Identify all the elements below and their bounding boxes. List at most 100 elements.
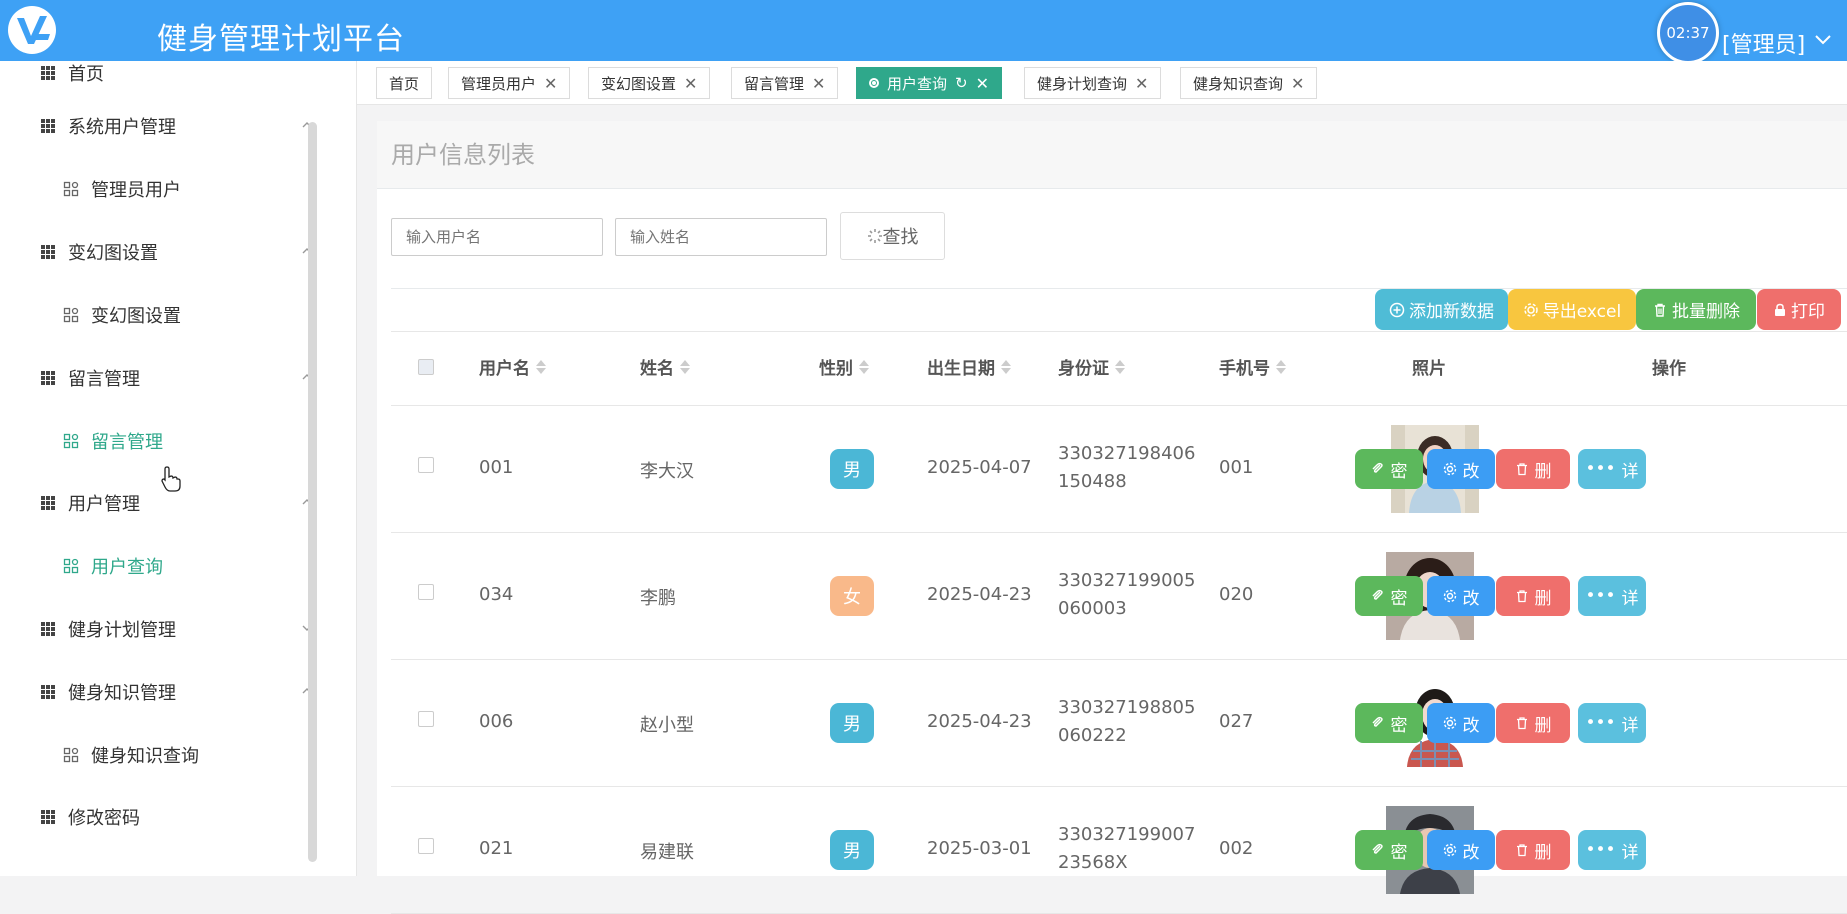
sidebar-item-fitness-knowledge[interactable]: 健身知识管理 [0, 672, 320, 712]
tab-message-management[interactable]: 留言管理 ✕ [731, 67, 839, 99]
close-icon[interactable]: ✕ [684, 74, 697, 93]
edit-button[interactable]: 改 [1427, 576, 1495, 616]
detail-button[interactable]: ••• 详 [1578, 830, 1646, 870]
edit-button[interactable]: 改 [1427, 830, 1495, 870]
add-data-button[interactable]: 添加新数据 [1375, 289, 1508, 330]
detail-button[interactable]: ••• 详 [1578, 449, 1646, 489]
apps-icon [63, 181, 79, 197]
apps-icon [63, 307, 79, 323]
chevron-down-icon[interactable] [1812, 28, 1834, 50]
edit-button[interactable]: 改 [1427, 449, 1495, 489]
tab-user-query[interactable]: 用户查询 ↻ ✕ [856, 67, 1002, 99]
row-checkbox[interactable] [418, 457, 434, 473]
detail-button[interactable]: ••• 详 [1578, 703, 1646, 743]
edit-button[interactable]: 改 [1427, 703, 1495, 743]
password-button[interactable]: 密 [1355, 576, 1423, 616]
grid-icon [41, 371, 55, 385]
close-icon[interactable]: ✕ [1291, 74, 1304, 93]
sidebar-item-label: 管理员用户 [91, 180, 181, 201]
row-checkbox[interactable] [418, 711, 434, 727]
password-button-label: 密 [1390, 461, 1408, 482]
delete-button[interactable]: 删 [1496, 830, 1570, 870]
sort-icon[interactable] [680, 359, 690, 375]
detail-button-label: 详 [1621, 715, 1639, 736]
sidebar-item-user-management[interactable]: 用户管理 [0, 483, 320, 523]
sidebar-item-user-query[interactable]: 用户查询 [0, 546, 320, 586]
sidebar-item-home[interactable]: 首页 [0, 61, 320, 93]
col-header-label: 用户名 [479, 359, 530, 379]
sidebar-scrollbar[interactable] [308, 122, 317, 862]
name-search-input[interactable] [615, 218, 827, 256]
cell-username: 001 [479, 457, 514, 478]
detail-button[interactable]: ••• 详 [1578, 576, 1646, 616]
sidebar-item-label: 首页 [68, 64, 104, 85]
sidebar-item-knowledge-query[interactable]: 健身知识查询 [0, 735, 320, 775]
cell-birth: 2025-04-23 [927, 584, 1032, 605]
close-icon[interactable]: ✕ [976, 74, 989, 93]
delete-button[interactable]: 删 [1496, 449, 1570, 489]
sidebar-item-label: 变幻图设置 [91, 306, 181, 327]
col-header-username[interactable]: 用户名 [479, 332, 546, 406]
delete-button[interactable]: 删 [1496, 703, 1570, 743]
trash-icon [1516, 590, 1527, 603]
refresh-icon[interactable]: ↻ [955, 74, 968, 92]
close-icon[interactable]: ✕ [812, 74, 825, 93]
password-button[interactable]: 密 [1355, 449, 1423, 489]
tab-fitness-knowledge-query[interactable]: 健身知识查询 ✕ [1180, 67, 1318, 99]
pointer-cursor-icon [161, 466, 181, 492]
sidebar-item-carousel-settings[interactable]: 变幻图设置 [0, 295, 320, 335]
export-excel-button[interactable]: 导出excel [1508, 289, 1636, 330]
sidebar-item-fitness-plans[interactable]: 健身计划管理 [0, 609, 320, 649]
select-all-checkbox[interactable] [418, 359, 434, 375]
tab-home[interactable]: 首页 [376, 67, 433, 99]
batch-delete-button[interactable]: 批量删除 [1636, 289, 1756, 330]
sidebar-item-message-management[interactable]: 留言管理 [0, 421, 320, 461]
print-label: 打印 [1791, 302, 1825, 322]
cell-name: 赵小型 [640, 715, 694, 736]
paperclip-icon [1371, 589, 1383, 600]
sort-icon[interactable] [536, 359, 546, 375]
table-header: 用户名 姓名 性别 出生日期 身份证 手机号 照片 操作 [391, 332, 1847, 406]
print-button[interactable]: 打印 [1757, 289, 1841, 330]
sort-icon[interactable] [1001, 359, 1011, 375]
delete-button[interactable]: 删 [1496, 576, 1570, 616]
password-button[interactable]: 密 [1355, 703, 1423, 743]
row-checkbox[interactable] [418, 584, 434, 600]
grid-icon [41, 685, 55, 699]
close-icon[interactable]: ✕ [1135, 74, 1148, 93]
logo-icon [8, 6, 56, 54]
gender-badge: 男 [830, 830, 874, 870]
user-role-menu[interactable]: [管理员] [1722, 27, 1805, 59]
username-search-input[interactable] [391, 218, 603, 256]
sort-icon[interactable] [859, 359, 869, 375]
close-icon[interactable]: ✕ [544, 74, 557, 93]
sort-icon[interactable] [1115, 359, 1125, 375]
search-button[interactable]: 查找 [840, 212, 945, 260]
col-header-phone[interactable]: 手机号 [1219, 332, 1286, 406]
cell-birth: 2025-04-07 [927, 457, 1032, 478]
password-button[interactable]: 密 [1355, 830, 1423, 870]
tab-label: 变幻图设置 [601, 74, 677, 93]
row-checkbox[interactable] [418, 838, 434, 854]
trash-icon [1655, 303, 1665, 317]
sidebar-item-carousel[interactable]: 变幻图设置 [0, 232, 320, 272]
tab-carousel-settings[interactable]: 变幻图设置 ✕ [588, 67, 711, 99]
tab-label: 健身知识查询 [1193, 74, 1284, 93]
batch-delete-label: 批量删除 [1672, 302, 1740, 322]
apps-icon [63, 558, 79, 574]
sidebar-item-system-users[interactable]: 系统用户管理 [0, 106, 320, 146]
tab-admin-users[interactable]: 管理员用户 ✕ [448, 67, 571, 99]
col-header-birth[interactable]: 出生日期 [927, 332, 1011, 406]
col-header-gender[interactable]: 性别 [819, 332, 869, 406]
cell-idcard: 33032719900723568X [1058, 824, 1196, 873]
password-button-label: 密 [1390, 715, 1408, 736]
sidebar-item-change-password[interactable]: 修改密码 [0, 797, 320, 837]
sidebar-item-admin-users[interactable]: 管理员用户 [0, 169, 320, 209]
col-header-idcard[interactable]: 身份证 [1058, 332, 1125, 406]
tab-fitness-plan-query[interactable]: 健身计划查询 ✕ [1024, 67, 1162, 99]
sort-icon[interactable] [1276, 359, 1286, 375]
col-header-name[interactable]: 姓名 [640, 332, 690, 406]
edit-button-label: 改 [1462, 715, 1480, 736]
cell-birth: 2025-04-23 [927, 711, 1032, 732]
sidebar-item-messages[interactable]: 留言管理 [0, 358, 320, 398]
